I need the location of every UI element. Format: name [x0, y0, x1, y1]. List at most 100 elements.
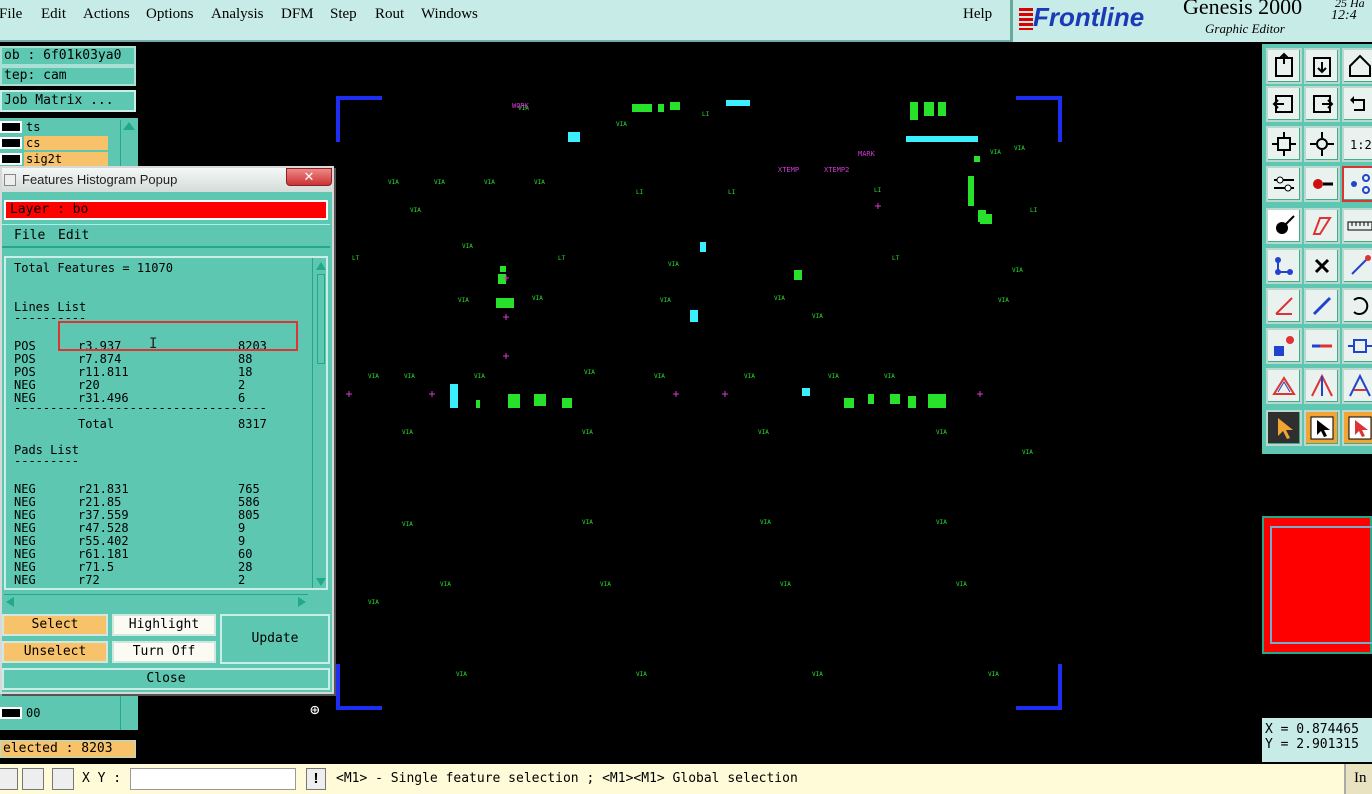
stretch-icon[interactable]: [1304, 328, 1340, 364]
menu-dfm[interactable]: DFM: [281, 6, 314, 23]
polygon-icon[interactable]: [1266, 368, 1302, 404]
layer-preview[interactable]: [1262, 516, 1372, 654]
layer-toggle[interactable]: [0, 121, 22, 133]
popup-menu-file[interactable]: File: [14, 225, 45, 247]
home-icon[interactable]: [1342, 48, 1372, 84]
menu-analysis[interactable]: Analysis: [211, 6, 264, 23]
line-icon[interactable]: [1304, 288, 1340, 324]
scroll-left-icon[interactable]: [6, 597, 14, 607]
layer-row[interactable]: ts: [0, 120, 108, 134]
settings-icon[interactable]: [1266, 166, 1302, 202]
xy-input[interactable]: [130, 768, 296, 790]
grid-mode-icon[interactable]: [52, 768, 74, 790]
open-job-icon[interactable]: [1266, 48, 1302, 84]
layer-row[interactable]: cs: [0, 136, 108, 150]
angle-mode-icon[interactable]: [22, 768, 44, 790]
probe-icon[interactable]: [1304, 166, 1340, 202]
layer-toggle[interactable]: [0, 137, 22, 149]
xy-label: X Y :: [82, 771, 122, 786]
list-horizontal-scrollbar[interactable]: [4, 594, 308, 608]
rotate-icon[interactable]: [1342, 288, 1372, 324]
svg-text:LI: LI: [1030, 207, 1038, 214]
pointer-query-icon[interactable]: [1342, 410, 1372, 446]
svg-text:VIA: VIA: [402, 521, 413, 528]
pan-icon[interactable]: [1304, 126, 1340, 162]
layer-name: cs: [24, 136, 108, 150]
snap-mode-icon[interactable]: [0, 768, 18, 790]
zoom-fit-icon[interactable]: [1266, 126, 1302, 162]
job-matrix-button[interactable]: Job Matrix ...: [0, 90, 136, 112]
unselect-button[interactable]: Unselect: [2, 641, 108, 663]
save-icon[interactable]: [1304, 48, 1340, 84]
scroll-down-icon[interactable]: [316, 578, 326, 586]
zoom-left-icon[interactable]: [1266, 86, 1302, 122]
svg-text:VIA: VIA: [774, 295, 785, 302]
ruler-icon[interactable]: [1342, 208, 1372, 244]
select-button[interactable]: Select: [2, 614, 108, 636]
net-icon[interactable]: [1342, 166, 1372, 202]
histogram-list[interactable]: Total Features = 11070 Lines List ------…: [4, 256, 328, 590]
menu-rout[interactable]: Rout: [375, 6, 404, 23]
add-pad-icon[interactable]: [1266, 208, 1302, 244]
svg-text:VIA: VIA: [462, 243, 473, 250]
svg-text:LI: LI: [874, 187, 882, 194]
svg-text:VIA: VIA: [1012, 267, 1023, 274]
svg-text:VIA: VIA: [584, 369, 595, 376]
svg-text:VIA: VIA: [758, 429, 769, 436]
snap-icon[interactable]: [1304, 368, 1340, 404]
svg-text:VIA: VIA: [410, 207, 421, 214]
menu-windows[interactable]: Windows: [421, 6, 478, 23]
mirror-icon[interactable]: [1266, 328, 1302, 364]
scroll-up-icon[interactable]: [315, 262, 326, 270]
turn-off-button[interactable]: Turn Off: [112, 641, 216, 663]
svg-text:VIA: VIA: [534, 179, 545, 186]
menu-step[interactable]: Step: [330, 6, 357, 23]
window-close-button[interactable]: ✕: [286, 168, 332, 186]
svg-text:VIA: VIA: [388, 179, 399, 186]
svg-text:VIA: VIA: [660, 297, 671, 304]
close-button[interactable]: Close: [2, 668, 330, 690]
window-app-icon: [4, 174, 16, 186]
svg-text:VIA: VIA: [936, 429, 947, 436]
pointer-orange-icon[interactable]: [1304, 410, 1340, 446]
menu-edit[interactable]: Edit: [41, 6, 66, 23]
layer-row[interactable]: 00: [0, 706, 108, 720]
menu-options[interactable]: Options: [146, 6, 194, 23]
status-hint: <M1> - Single feature selection ; <M1><M…: [336, 771, 798, 786]
move-icon[interactable]: [1342, 248, 1372, 284]
zoom-ratio-icon[interactable]: 1:2: [1342, 126, 1372, 162]
svg-text:VIA: VIA: [884, 373, 895, 380]
svg-text:VIA: VIA: [956, 581, 967, 588]
layer-name: 00: [24, 706, 108, 720]
delete-icon[interactable]: [1304, 248, 1340, 284]
layer-list-scrollbar[interactable]: [120, 694, 136, 730]
highlight-button[interactable]: Highlight: [112, 614, 216, 636]
undo-icon[interactable]: [1342, 86, 1372, 122]
connect-icon[interactable]: [1266, 248, 1302, 284]
add-surface-icon[interactable]: [1304, 208, 1340, 244]
alert-icon[interactable]: !: [306, 768, 326, 790]
popup-menu-edit[interactable]: Edit: [58, 225, 89, 247]
scroll-up-icon[interactable]: [122, 122, 135, 130]
total-rule: -----------------------------------: [14, 401, 267, 415]
svg-text:VIA: VIA: [988, 671, 999, 678]
angle-icon[interactable]: [1266, 288, 1302, 324]
svg-text:VIA: VIA: [582, 429, 593, 436]
menu-help[interactable]: Help: [963, 6, 992, 23]
list-vertical-scrollbar[interactable]: [312, 258, 326, 588]
update-button[interactable]: Update: [220, 614, 330, 664]
resize-icon[interactable]: [1342, 328, 1372, 364]
scroll-right-icon[interactable]: [298, 597, 306, 607]
menu-file[interactable]: File: [0, 6, 22, 23]
menu-actions[interactable]: Actions: [83, 6, 130, 23]
select-pointer-icon[interactable]: [1266, 410, 1302, 446]
layer-row[interactable]: sig2t: [0, 152, 108, 166]
layer-toggle[interactable]: [0, 153, 22, 165]
right-tab[interactable]: In: [1344, 764, 1372, 794]
scroll-thumb[interactable]: [316, 274, 325, 364]
layer-toggle[interactable]: [0, 707, 22, 719]
measure-icon[interactable]: [1342, 368, 1372, 404]
zoom-right-icon[interactable]: [1304, 86, 1340, 122]
brand-subtitle: Graphic Editor: [1205, 21, 1285, 36]
layer-list-scrollbar[interactable]: [120, 120, 136, 170]
